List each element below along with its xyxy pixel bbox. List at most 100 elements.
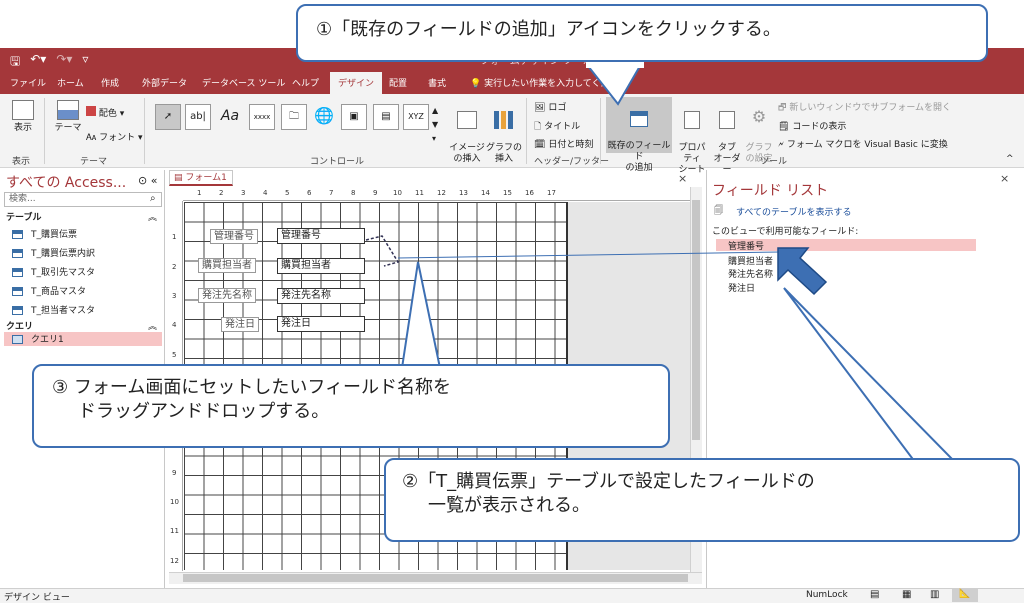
field-list-item[interactable]: 発注先名称: [728, 267, 773, 280]
insert-chart-button[interactable]: グラフの 挿入: [486, 100, 522, 165]
nav-menu-icon[interactable]: ⊙ «: [138, 174, 157, 187]
available-fields-label: このビューで利用可能なフィールド:: [712, 227, 859, 237]
add-existing-fields-button[interactable]: 既存のフィールド の追加: [606, 97, 672, 173]
callout-step3-text: ドラッグアンドドロップする。: [78, 401, 330, 422]
view-button[interactable]: 表示: [8, 100, 38, 134]
new-window-subform-button[interactable]: 🗗 新しいウィンドウでサブフォームを開く: [778, 100, 951, 116]
property-sheet-label: プロパティ シート: [678, 143, 706, 175]
tab-create[interactable]: 作成: [101, 76, 119, 89]
group-label-theme: テーマ: [80, 157, 108, 167]
collapse-tables-icon[interactable]: ︽: [148, 210, 157, 223]
nav-item-table[interactable]: T_商品マスタ: [12, 284, 86, 297]
web-browser-icon[interactable]: ▣: [341, 104, 367, 130]
insert-image-button[interactable]: イメージ の挿入: [448, 100, 486, 165]
collapse-ribbon-icon[interactable]: ^: [1006, 154, 1014, 164]
nav-search-input[interactable]: 検索...: [4, 192, 162, 207]
hyperlink-icon[interactable]: 🌐: [311, 104, 337, 130]
field-list-item[interactable]: 管理番号: [716, 239, 976, 252]
subform-icon: 🗗: [778, 103, 787, 113]
status-numlock: NumLock: [806, 590, 848, 600]
colors-button[interactable]: 配色 ▾: [86, 106, 124, 119]
property-sheet-button[interactable]: プロパティ シート: [674, 100, 710, 176]
field-textbox[interactable]: 発注日: [277, 316, 365, 332]
theme-button[interactable]: テーマ: [54, 100, 82, 134]
convert-macros-button[interactable]: 🗲 フォーム マクロを Visual Basic に変換: [778, 137, 948, 150]
tab-format[interactable]: 書式: [428, 76, 446, 89]
tab-file[interactable]: ファイル: [10, 76, 46, 89]
palette-icon: [86, 106, 96, 116]
tab-help[interactable]: ヘルプ: [292, 76, 319, 89]
title-label: タイトル: [544, 122, 581, 132]
nav-item-table[interactable]: T_購買伝票: [12, 227, 77, 240]
option-group-icon[interactable]: XYZ: [403, 104, 429, 130]
close-form-icon[interactable]: ×: [678, 172, 687, 185]
view-label: 表示: [13, 123, 32, 133]
title-button[interactable]: 🗋 タイトル: [534, 119, 580, 135]
nav-item-query[interactable]: クエリ1: [4, 332, 162, 346]
tab-order-button[interactable]: タブ オーダー: [712, 100, 742, 176]
nav-item-table[interactable]: T_担当者マスタ: [12, 303, 95, 316]
textbox-control-icon[interactable]: ab|: [185, 104, 211, 130]
group-label-controls: コントロール: [310, 157, 365, 167]
ruler-tick-label: 12: [170, 557, 179, 565]
save-icon[interactable]: 🖫: [10, 52, 20, 73]
customize-qat-icon[interactable]: ▿: [82, 52, 88, 73]
logo-icon: 🖼: [534, 103, 546, 113]
group-separator: [600, 98, 601, 164]
fonts-label: フォント: [99, 133, 136, 143]
datasheet-view-icon[interactable]: ▥: [930, 589, 939, 600]
field-list-item[interactable]: 購買担当者: [728, 254, 773, 267]
close-field-list-icon[interactable]: ×: [1000, 172, 1009, 185]
theme-icon: [57, 100, 79, 120]
field-label[interactable]: 発注日: [221, 317, 259, 332]
vertical-scroll-thumb[interactable]: [692, 200, 700, 440]
button-control-icon[interactable]: xxxx: [249, 104, 275, 130]
tab-design[interactable]: デザイン: [330, 72, 383, 94]
horizontal-scroll-thumb[interactable]: [183, 574, 688, 582]
datetime-button[interactable]: 🗓 日付と時刻: [534, 137, 593, 150]
controls-scroll[interactable]: ▲ ▼ ▾: [432, 104, 438, 146]
form-document-tab[interactable]: ▤ フォーム1: [169, 170, 233, 186]
redo-icon[interactable]: ↷▾: [56, 52, 72, 73]
undo-icon[interactable]: ↶▾: [30, 52, 46, 73]
field-textbox[interactable]: 管理番号: [277, 228, 365, 244]
tab-control-icon[interactable]: 🗀: [281, 104, 307, 130]
nav-section-tables[interactable]: テーブル: [6, 210, 41, 223]
nav-item-table[interactable]: T_購買伝票内訳: [12, 246, 95, 259]
ruler-tick-label: 10: [393, 189, 402, 197]
code-icon: 🗒: [778, 122, 790, 132]
nav-item-table[interactable]: T_取引先マスタ: [12, 265, 95, 278]
nav-pane-title[interactable]: すべての Access...: [6, 172, 126, 192]
tell-me-search[interactable]: 💡 実行したい作業を入力してください: [470, 76, 628, 89]
table-icon: [12, 306, 23, 315]
field-label[interactable]: 購買担当者: [198, 258, 256, 273]
select-pointer-icon[interactable]: ➚: [155, 104, 181, 130]
design-view-icon[interactable]: 📐: [952, 589, 978, 602]
nav-section-queries[interactable]: クエリ: [6, 319, 33, 332]
field-list-item[interactable]: 発注日: [728, 281, 755, 294]
field-textbox[interactable]: 発注先名称: [277, 288, 365, 304]
label-control-icon[interactable]: Aa: [217, 104, 243, 130]
field-label[interactable]: 管理番号: [210, 229, 258, 244]
ruler-tick-label: 1: [172, 233, 177, 241]
nav-item-label: T_商品マスタ: [31, 287, 86, 297]
title-icon: 🗋: [534, 122, 542, 132]
tab-arrange[interactable]: 配置: [389, 76, 407, 89]
search-icon[interactable]: ⌕: [150, 193, 156, 204]
query-icon: [12, 335, 23, 344]
field-label[interactable]: 発注先名称: [198, 288, 256, 303]
tab-home[interactable]: ホーム: [57, 76, 84, 89]
navigation-control-icon[interactable]: ▤: [373, 104, 399, 130]
view-icon: [12, 100, 34, 120]
collapse-queries-icon[interactable]: ︽: [148, 319, 157, 332]
field-textbox[interactable]: 購買担当者: [277, 258, 365, 274]
form-view-icon[interactable]: ▤: [870, 589, 879, 600]
logo-button[interactable]: 🖼 ロゴ: [534, 100, 566, 113]
tab-external-data[interactable]: 外部データ: [142, 76, 187, 89]
tab-database-tools[interactable]: データベース ツール: [202, 76, 285, 89]
view-code-button[interactable]: 🗒 コードの表示: [778, 119, 846, 132]
show-all-tables-link[interactable]: すべてのテーブルを表示する: [736, 205, 851, 218]
fonts-button[interactable]: 🗛 フォント ▾: [86, 130, 142, 143]
new-window-subform-label: 新しいウィンドウでサブフォームを開く: [789, 103, 952, 113]
layout-view-icon[interactable]: ▦: [902, 589, 911, 600]
